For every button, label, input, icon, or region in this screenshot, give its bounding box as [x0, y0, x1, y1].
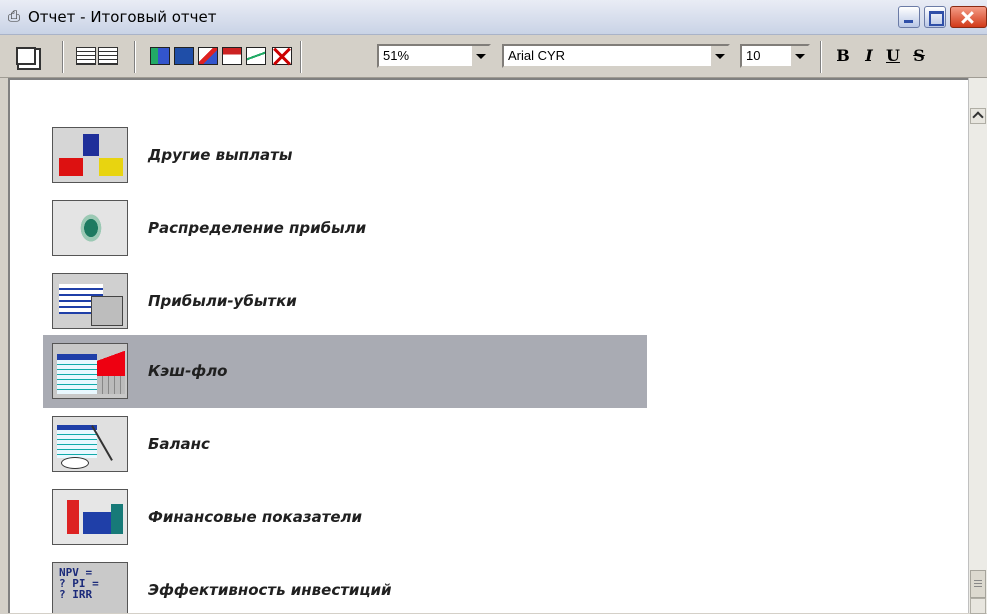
financial-indicators-icon: [52, 489, 128, 545]
scroll-thumb[interactable]: [970, 570, 986, 598]
list-item-label: Прибыли-убытки: [148, 292, 297, 310]
chevron-down-icon[interactable]: [471, 46, 489, 66]
toolbar-separator: [62, 41, 64, 73]
list-item[interactable]: NPV = ? PI = ? IRR Эффективность инвести…: [43, 554, 647, 613]
list-item[interactable]: Другие выплаты: [43, 119, 647, 192]
table-export-icon[interactable]: [222, 47, 242, 65]
strikethrough-button[interactable]: S: [908, 45, 930, 67]
list-item-label: Кэш-фло: [148, 362, 228, 380]
font-size-value: 10: [746, 48, 761, 63]
balance-icon: [52, 416, 128, 472]
profit-loss-icon: [52, 273, 128, 329]
font-value: Arial CYR: [508, 48, 566, 63]
list-item-label: Распределение прибыли: [148, 219, 367, 237]
list-item-label: Другие выплаты: [148, 146, 293, 164]
list-item[interactable]: Распределение прибыли: [43, 192, 647, 265]
window-export-icon[interactable]: [174, 47, 194, 65]
toolbar: 51% Arial CYR 10 B I U S: [0, 35, 987, 78]
title-bar: ⎙ Отчет - Итоговый отчет: [0, 0, 987, 35]
profit-distribution-icon: [52, 200, 128, 256]
minimize-button[interactable]: [898, 6, 920, 28]
report-list: Другие выплаты Распределение прибыли При…: [8, 78, 968, 613]
font-size-select[interactable]: 10: [740, 44, 810, 68]
toolbar-separator: [134, 41, 136, 73]
list-item[interactable]: Кэш-фло: [43, 335, 647, 408]
underline-button[interactable]: U: [882, 45, 904, 67]
export-icon[interactable]: [150, 47, 170, 65]
zoom-select[interactable]: 51%: [377, 44, 491, 68]
vertical-scrollbar[interactable]: [968, 78, 987, 614]
list-item-label: Баланс: [148, 435, 210, 453]
scroll-up-icon[interactable]: [970, 108, 986, 124]
maximize-button[interactable]: [924, 6, 946, 28]
scroll-down-icon[interactable]: [970, 598, 986, 614]
investment-icon-text: NPV = ? PI = ? IRR: [59, 566, 99, 601]
italic-button[interactable]: I: [858, 45, 880, 67]
other-payments-icon: [52, 127, 128, 183]
toolbar-separator: [820, 41, 822, 73]
chevron-down-icon[interactable]: [790, 46, 808, 66]
close-button[interactable]: [950, 6, 987, 28]
list-item-label: Эффективность инвестиций: [148, 581, 392, 599]
print-export-icon[interactable]: [198, 47, 218, 65]
window-title: Отчет - Итоговый отчет: [28, 8, 217, 26]
chart-export-icon[interactable]: [246, 47, 266, 65]
list-item[interactable]: Баланс: [43, 408, 647, 481]
copy-pages-icon[interactable]: [16, 47, 36, 65]
investment-efficiency-icon: NPV = ? PI = ? IRR: [52, 562, 128, 613]
delete-icon[interactable]: [272, 47, 292, 65]
printer-icon: ⎙: [8, 8, 21, 25]
toolbar-separator: [300, 41, 302, 73]
page-setup-icon[interactable]: [98, 47, 118, 65]
cash-flow-icon: [52, 343, 128, 399]
zoom-value: 51%: [383, 48, 410, 63]
page-view-icon[interactable]: [76, 47, 96, 65]
font-select[interactable]: Arial CYR: [502, 44, 730, 68]
list-item[interactable]: Финансовые показатели: [43, 481, 647, 554]
list-item-label: Финансовые показатели: [148, 508, 363, 526]
list-item[interactable]: Прибыли-убытки: [43, 265, 647, 338]
chevron-down-icon[interactable]: [710, 46, 728, 66]
bold-button[interactable]: B: [832, 45, 854, 67]
